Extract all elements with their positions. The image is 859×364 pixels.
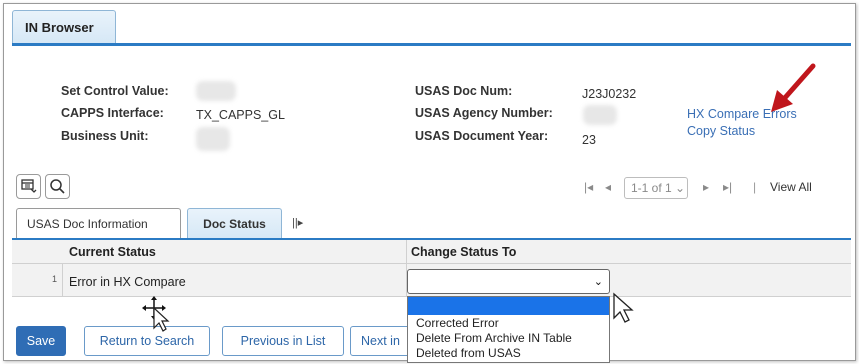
usas-doc-num-label: USAS Doc Num:: [415, 84, 513, 98]
business-unit-label: Business Unit:: [61, 129, 149, 143]
usas-agency-number-label: USAS Agency Number:: [415, 106, 553, 120]
set-control-value-label: Set Control Value:: [61, 84, 169, 98]
tab-usas-doc-information[interactable]: USAS Doc Information: [16, 208, 181, 238]
dropdown-option-delete-from-archive[interactable]: Delete From Archive IN Table: [416, 331, 572, 345]
row-number: 1: [52, 274, 58, 284]
move-cursor-icon: [142, 296, 170, 332]
change-status-select[interactable]: ⌄: [407, 269, 610, 294]
current-status-value: Error in HX Compare: [69, 275, 186, 289]
save-button[interactable]: Save: [16, 326, 66, 356]
previous-page-icon[interactable]: ◂: [605, 180, 611, 194]
chevron-down-icon: ⌄: [593, 276, 603, 288]
show-all-columns-icon[interactable]: ||▸: [292, 216, 303, 229]
usas-document-year-label: USAS Document Year:: [415, 129, 549, 143]
next-page-icon[interactable]: ▸: [703, 180, 709, 194]
column-header-change-status-to: Change Status To: [406, 240, 851, 264]
dropdown-option-corrected-error[interactable]: Corrected Error: [416, 316, 499, 330]
last-page-icon[interactable]: ▸|: [723, 180, 732, 194]
usas-document-year-value: 23: [582, 133, 596, 147]
set-control-value-redacted: [196, 81, 236, 101]
tab-underline: [12, 43, 851, 46]
personalize-grid-button[interactable]: [16, 174, 41, 199]
previous-in-list-button[interactable]: Previous in List: [222, 326, 344, 356]
dropdown-option-blank[interactable]: [408, 297, 609, 315]
business-unit-redacted: [196, 127, 230, 151]
column-header-current-status: Current Status: [12, 240, 406, 264]
capps-interface-value: TX_CAPPS_GL: [196, 108, 285, 122]
search-icon: [50, 179, 65, 194]
change-status-dropdown-list[interactable]: Corrected Error Delete From Archive IN T…: [407, 296, 610, 363]
capps-interface-label: CAPPS Interface:: [61, 106, 164, 120]
tab-in-browser[interactable]: IN Browser: [12, 10, 116, 43]
usas-agency-number-redacted: [583, 105, 617, 125]
usas-doc-num-value: J23J0232: [582, 87, 637, 101]
first-page-icon[interactable]: |◂: [584, 180, 593, 194]
grid-settings-icon: [21, 179, 37, 193]
dropdown-option-deleted-from-usas[interactable]: Deleted from USAS: [416, 346, 521, 360]
find-button[interactable]: [45, 174, 70, 199]
pager-text: 1-1 of 1: [631, 181, 672, 195]
row-separator: [62, 264, 63, 296]
annotation-arrow-icon: [771, 63, 816, 112]
mouse-pointer-icon: [613, 292, 634, 323]
pager-select[interactable]: 1-1 of 1 ⌄: [624, 177, 688, 199]
tab-doc-status[interactable]: Doc Status: [187, 208, 282, 238]
pager-divider: |: [753, 180, 757, 194]
copy-status-link[interactable]: Copy Status: [687, 124, 755, 138]
view-all-link[interactable]: View All: [770, 180, 812, 194]
